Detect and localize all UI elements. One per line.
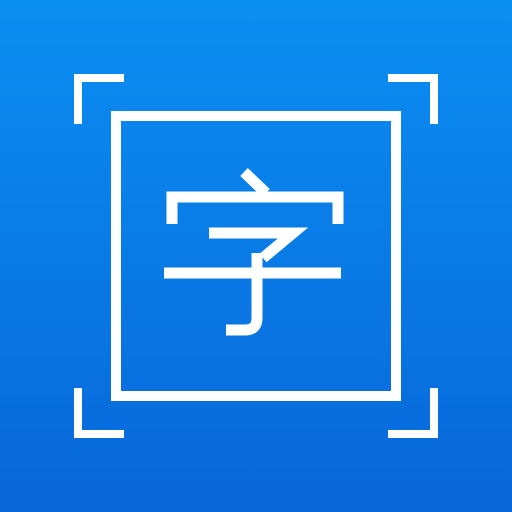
glyph-vertical-hook-stroke [226, 253, 263, 336]
glyph-upper-horizontal-stroke [209, 227, 309, 263]
zi-character-icon [164, 168, 344, 336]
glyph-roof-stroke [166, 191, 344, 224]
glyph-dot-stroke [240, 168, 270, 197]
text-scanner-app-icon[interactable] [0, 0, 512, 512]
